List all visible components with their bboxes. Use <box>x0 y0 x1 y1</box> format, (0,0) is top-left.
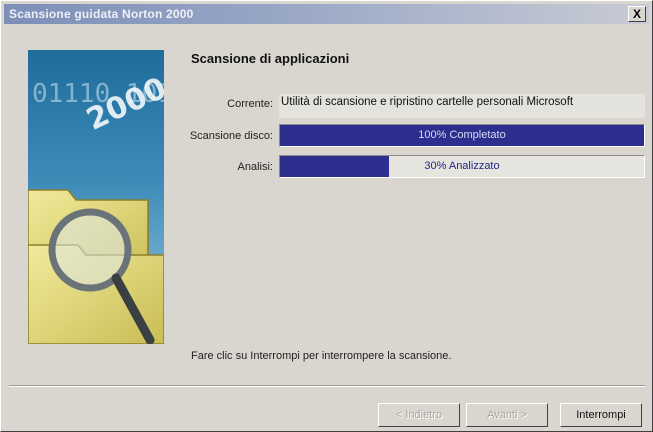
wizard-side-image: 01110 10101 2000 <box>28 50 164 344</box>
title-bar[interactable]: Scansione guidata Norton 2000 X <box>4 4 649 24</box>
disk-scan-progress-text: 100% Completato <box>418 129 506 141</box>
page-heading: Scansione di applicazioni <box>191 51 350 66</box>
analysis-progress-text: 30% Analizzato <box>424 160 500 172</box>
window-title: Scansione guidata Norton 2000 <box>9 7 194 21</box>
separator-highlight <box>9 386 645 387</box>
back-button[interactable]: < Indietro <box>378 403 460 427</box>
analysis-progress-bar: 30% Analizzato <box>279 155 645 178</box>
disk-scan-label: Scansione disco: <box>189 130 273 142</box>
close-button[interactable]: X <box>628 6 646 22</box>
current-label: Corrente: <box>227 98 273 110</box>
disk-scan-progress-bar: 100% Completato <box>279 124 645 147</box>
wizard-window: Scansione guidata Norton 2000 X 01110 10… <box>0 0 653 432</box>
analysis-label: Analisi: <box>237 161 273 173</box>
next-button[interactable]: Avanti > <box>466 403 548 427</box>
close-icon: X <box>632 7 641 21</box>
current-item-value: Utilità di scansione e ripristino cartel… <box>281 96 574 108</box>
instruction-text: Fare clic su Interrompi per interrompere… <box>191 350 452 362</box>
stop-button[interactable]: Interrompi <box>560 403 642 427</box>
norton-2000-illustration: 01110 10101 2000 <box>28 50 164 344</box>
current-item-field: Utilità di scansione e ripristino cartel… <box>279 94 645 118</box>
